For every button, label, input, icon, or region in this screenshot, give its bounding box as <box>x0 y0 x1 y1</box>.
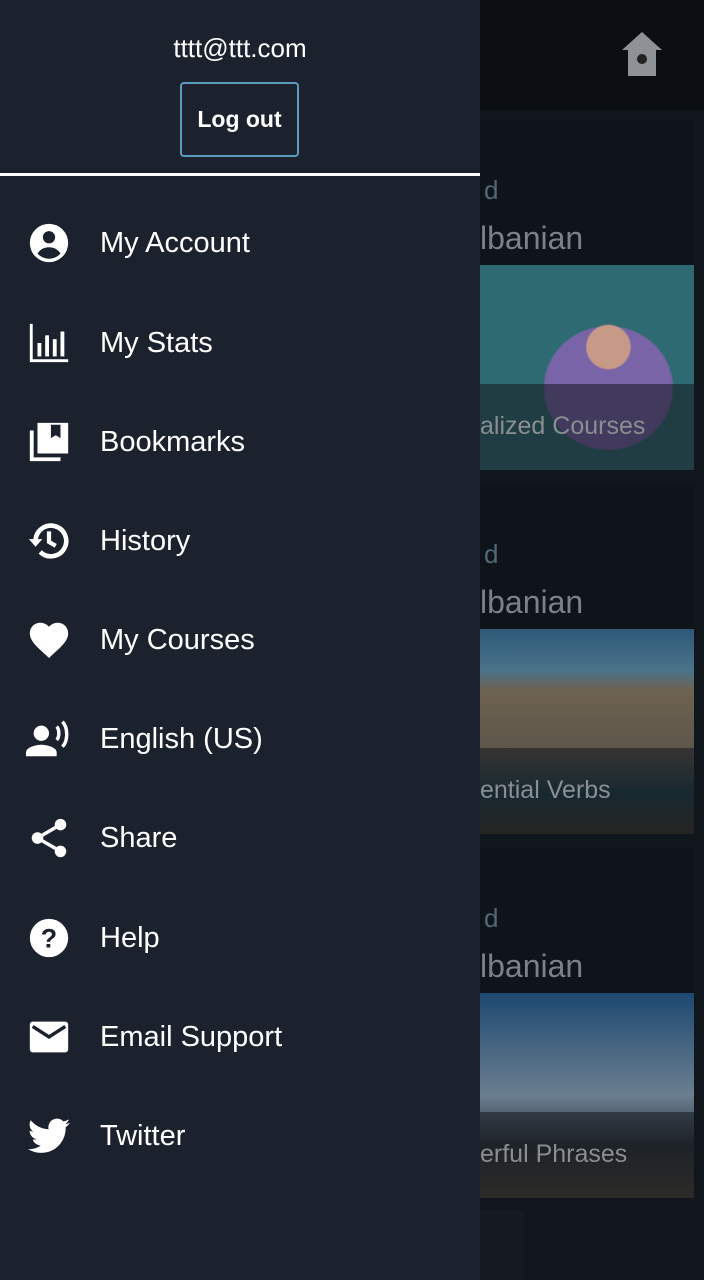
card-subtitle: d <box>484 175 499 205</box>
menu-item-label: Bookmarks <box>100 425 246 458</box>
card-subtitle: d <box>484 903 499 933</box>
help-icon: ? <box>29 918 69 958</box>
history-icon <box>28 523 69 559</box>
menu-item-help[interactable]: ? Help <box>0 898 480 978</box>
bar-chart-icon <box>29 323 69 363</box>
menu-item-label: My Courses <box>100 623 255 656</box>
course-card[interactable]: d lbanian alized Courses <box>480 120 694 470</box>
course-card-partial[interactable] <box>480 1210 524 1280</box>
menu-item-history[interactable]: History <box>0 501 480 581</box>
menu-item-label: Share <box>100 821 178 854</box>
email-icon <box>29 1021 69 1053</box>
navigation-drawer: tttt@ttt.com Log out My Account My Stats… <box>0 0 480 1280</box>
card-caption: ential Verbs <box>480 748 694 834</box>
card-subtitle: d <box>484 539 499 569</box>
heart-icon <box>29 622 69 659</box>
account-circle-icon <box>29 223 69 263</box>
card-title: lbanian <box>480 584 584 620</box>
voice-icon <box>26 720 69 757</box>
bookmarks-icon <box>29 422 69 462</box>
menu-item-my-courses[interactable]: My Courses <box>0 600 480 680</box>
menu-item-label: Email Support <box>100 1020 283 1053</box>
menu-item-label: My Stats <box>100 326 213 359</box>
divider <box>0 173 480 176</box>
logout-button[interactable]: Log out <box>180 82 299 157</box>
card-caption: alized Courses <box>480 384 694 470</box>
course-card[interactable]: d lbanian erful Phrases <box>480 848 694 1198</box>
menu-item-bookmarks[interactable]: Bookmarks <box>0 402 480 482</box>
menu-item-label: My Account <box>100 226 250 259</box>
svg-text:?: ? <box>41 924 57 954</box>
menu-item-my-stats[interactable]: My Stats <box>0 303 480 383</box>
home-icon[interactable] <box>620 30 664 80</box>
twitter-icon <box>27 1118 71 1153</box>
menu-item-label: English (US) <box>100 722 263 755</box>
menu-item-label: Twitter <box>100 1119 186 1152</box>
menu-item-twitter[interactable]: Twitter <box>0 1096 480 1176</box>
course-card[interactable]: d lbanian ential Verbs <box>480 484 694 834</box>
card-caption: erful Phrases <box>480 1112 694 1198</box>
menu-item-label: History <box>100 524 191 557</box>
user-email: tttt@ttt.com <box>173 33 307 63</box>
card-title: lbanian <box>480 948 584 984</box>
share-icon <box>31 818 67 858</box>
card-title: lbanian <box>480 220 584 256</box>
menu-item-label: Help <box>100 921 160 954</box>
menu-item-language[interactable]: English (US) <box>0 699 480 779</box>
menu-item-my-account[interactable]: My Account <box>0 203 480 283</box>
menu-item-share[interactable]: Share <box>0 798 480 878</box>
menu-item-email-support[interactable]: Email Support <box>0 997 480 1077</box>
